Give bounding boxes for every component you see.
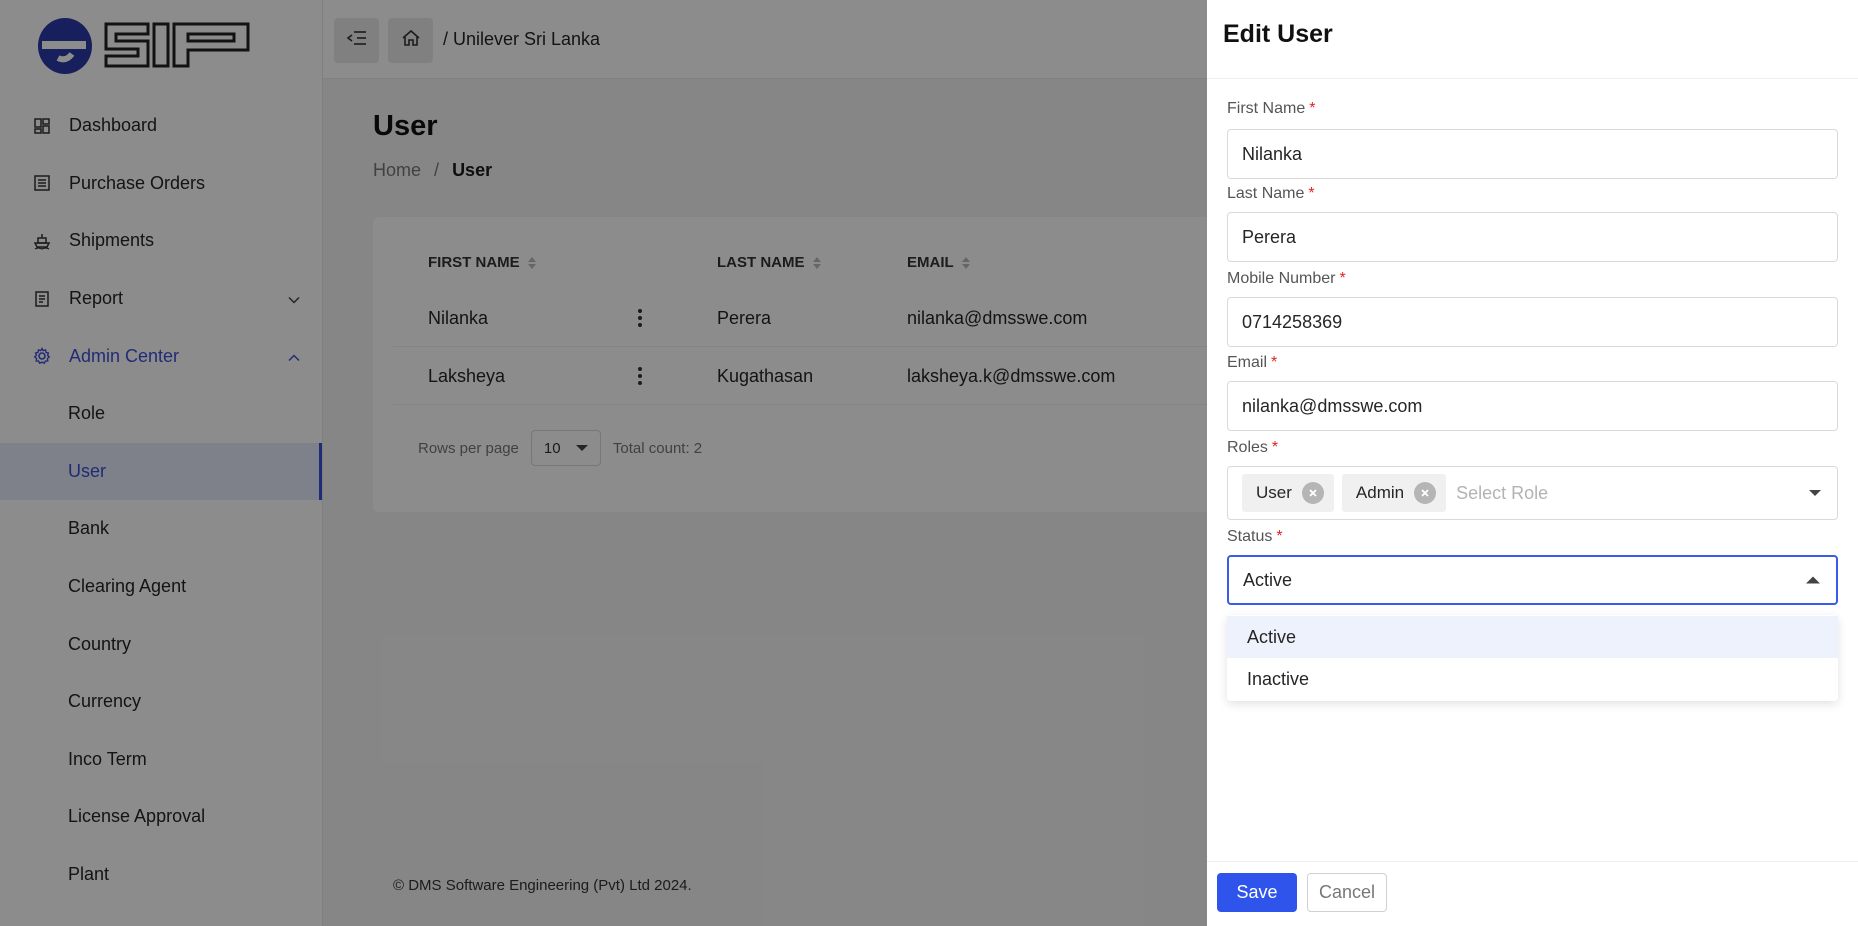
email-field[interactable]: nilanka@dmsswe.com bbox=[1227, 381, 1838, 431]
drawer-title: Edit User bbox=[1223, 20, 1333, 48]
status-option-active[interactable]: Active bbox=[1227, 616, 1838, 658]
drawer-footer: Save Cancel bbox=[1207, 861, 1858, 926]
required-mark: * bbox=[1271, 439, 1279, 456]
role-tag-label: User bbox=[1256, 483, 1292, 502]
role-tag-label: Admin bbox=[1355, 483, 1405, 502]
required-mark: * bbox=[1276, 528, 1283, 545]
label-text: Roles bbox=[1227, 439, 1268, 456]
roles-placeholder[interactable]: Select Role bbox=[1456, 483, 1548, 504]
edit-user-drawer: Edit User First Name * Nilanka Last Name *… bbox=[1207, 0, 1858, 926]
role-tag-admin: Admin bbox=[1341, 474, 1447, 512]
mobile-number-field[interactable]: 0714258369 bbox=[1227, 297, 1838, 347]
email-value: nilanka@dmsswe.com bbox=[1242, 395, 1423, 416]
mobile-number-value: 0714258369 bbox=[1242, 311, 1343, 332]
drawer-header: Edit User bbox=[1207, 0, 1858, 79]
label-text: Email bbox=[1227, 354, 1268, 371]
label-text: Mobile Number bbox=[1227, 270, 1336, 287]
last-name-label: Last Name * bbox=[1227, 185, 1315, 203]
required-mark: * bbox=[1308, 185, 1315, 202]
required-mark: * bbox=[1271, 354, 1278, 371]
status-select[interactable]: Active bbox=[1227, 555, 1838, 605]
email-label: Email * bbox=[1227, 354, 1277, 372]
status-dropdown: Active Inactive bbox=[1227, 615, 1838, 701]
label-text: Last Name bbox=[1227, 185, 1305, 202]
caret-up-icon[interactable] bbox=[1806, 576, 1820, 584]
required-mark: * bbox=[1309, 100, 1316, 117]
mobile-number-label: Mobile Number * bbox=[1227, 270, 1346, 288]
roles-select[interactable]: User Admin Select Role bbox=[1227, 466, 1838, 520]
status-option-inactive[interactable]: Inactive bbox=[1227, 658, 1838, 700]
roles-label: Roles * bbox=[1227, 439, 1278, 457]
remove-tag-icon[interactable] bbox=[1414, 482, 1437, 504]
label-text: Status bbox=[1227, 528, 1273, 545]
remove-tag-icon[interactable] bbox=[1301, 482, 1324, 504]
last-name-field[interactable]: Perera bbox=[1227, 212, 1838, 262]
required-mark: * bbox=[1339, 270, 1346, 287]
label-text: First Name bbox=[1227, 100, 1306, 117]
first-name-value: Nilanka bbox=[1242, 143, 1303, 164]
role-tag-user: User bbox=[1242, 474, 1334, 512]
first-name-field[interactable]: Nilanka bbox=[1227, 129, 1838, 179]
save-button[interactable]: Save bbox=[1217, 873, 1297, 912]
caret-down-icon[interactable] bbox=[1809, 490, 1821, 496]
status-value: Active bbox=[1243, 569, 1293, 590]
status-label: Status * bbox=[1227, 528, 1283, 546]
last-name-value: Perera bbox=[1242, 226, 1297, 247]
first-name-label: First Name * bbox=[1227, 100, 1315, 118]
cancel-button[interactable]: Cancel bbox=[1307, 873, 1387, 912]
